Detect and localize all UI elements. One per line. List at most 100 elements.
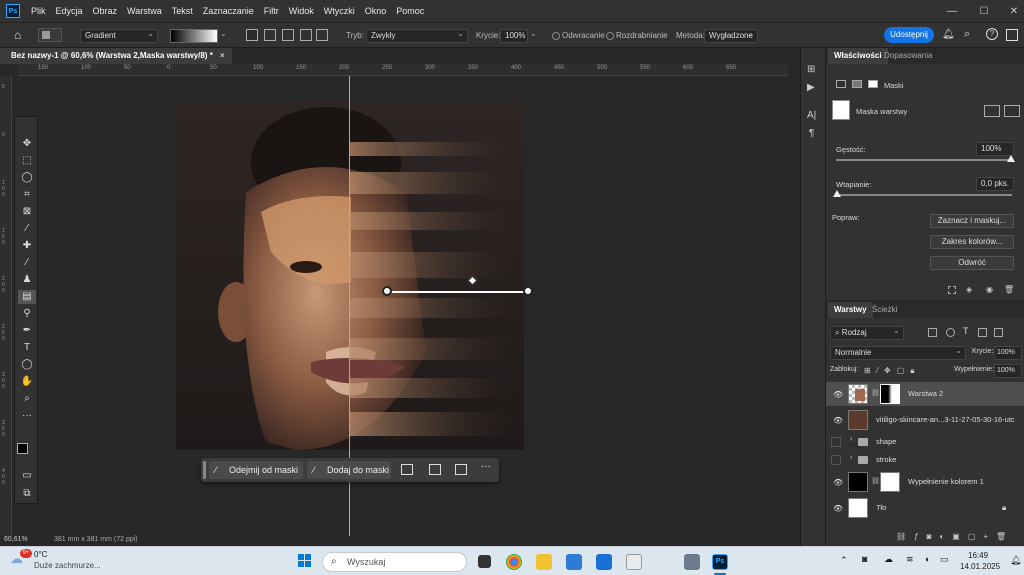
select-and-mask-button[interactable]: Zaznacz i maskuj... <box>930 214 1014 228</box>
screen-mode-icon[interactable]: ⧉ <box>18 487 36 501</box>
linear-gradient-icon[interactable] <box>246 29 258 41</box>
tray-icon-2[interactable]: ☁ <box>884 554 893 565</box>
menu-image[interactable]: Obraz <box>88 6 123 16</box>
crop-tool-icon[interactable]: ⌗ <box>18 188 36 202</box>
gradient-dropdown-icon[interactable]: ⌄ <box>220 29 228 43</box>
dither-checkbox[interactable] <box>606 32 614 40</box>
apply-mask-icon[interactable]: ◈ <box>966 285 972 294</box>
home-icon[interactable]: ⌂ <box>14 28 28 42</box>
layer-name[interactable]: Warstwa 2 <box>908 382 943 406</box>
layer-row[interactable]: › shape <box>826 434 1024 450</box>
healing-brush-icon[interactable]: ✚ <box>18 239 36 253</box>
angle-gradient-icon[interactable] <box>282 29 294 41</box>
gradient-type-select[interactable]: Gradient <box>80 28 158 43</box>
radial-gradient-icon[interactable] <box>264 29 276 41</box>
opacity-dropdown-icon[interactable]: ⌄ <box>530 29 538 38</box>
gradient-start-handle[interactable] <box>382 286 392 296</box>
menu-filter[interactable]: Filtr <box>259 6 284 16</box>
character-icon[interactable]: A| <box>807 110 816 121</box>
reflected-gradient-icon[interactable] <box>300 29 312 41</box>
drag-handle[interactable] <box>203 461 206 479</box>
type-tool-icon[interactable]: T <box>18 341 36 355</box>
layer-name[interactable]: vitiligo-skincare-an...3-11-27-05-30-16-… <box>876 408 1015 432</box>
close-tab-icon[interactable]: × <box>220 48 225 64</box>
blend-mode-dropdown[interactable]: Normalnie <box>830 345 966 360</box>
gradient-end-handle[interactable] <box>523 286 533 296</box>
task-view-icon[interactable] <box>478 555 491 568</box>
dodge-tool-icon[interactable]: ⚲ <box>18 307 36 321</box>
filter-adjustment-icon[interactable] <box>946 328 955 337</box>
layer-name[interactable]: shape <box>876 434 896 450</box>
menu-view[interactable]: Widok <box>284 6 319 16</box>
more-tools-icon[interactable]: ··· <box>18 409 36 423</box>
layer-row[interactable]: › stroke <box>826 452 1024 468</box>
tray-chevron-icon[interactable]: ⌃ <box>840 555 848 566</box>
mask-option-icon-1[interactable] <box>401 464 413 475</box>
battery-icon[interactable]: ▭ <box>940 554 949 565</box>
visibility-toggle-empty[interactable] <box>831 437 841 447</box>
paragraph-icon[interactable]: ¶ <box>809 128 814 139</box>
method-select[interactable]: Wygładzone <box>704 28 758 43</box>
visibility-mask-icon[interactable]: ◉ <box>986 285 993 294</box>
mask-option-icon-3[interactable] <box>455 464 467 475</box>
density-slider[interactable] <box>836 159 1012 161</box>
tray-icon-1[interactable]: ◙ <box>862 554 867 564</box>
windows-start-icon[interactable] <box>298 554 312 568</box>
menu-edit[interactable]: Edycja <box>51 6 88 16</box>
close-window-button[interactable]: ✕ <box>996 0 1024 22</box>
mask-thumbnail-layer[interactable] <box>880 384 900 404</box>
density-input[interactable]: 100% <box>976 142 1014 156</box>
chain-link-icon[interactable]: ⛓︎ <box>871 389 880 397</box>
foreground-color-swatch[interactable] <box>17 443 28 454</box>
calculator-icon[interactable] <box>684 554 700 570</box>
gradient-line[interactable] <box>386 291 528 293</box>
chrome-icon[interactable] <box>506 554 522 570</box>
menu-layer[interactable]: Warstwa <box>122 6 167 16</box>
zoom-level[interactable]: 60,61% <box>4 536 28 543</box>
invert-button[interactable]: Odwróć <box>930 256 1014 270</box>
opacity-input[interactable]: 100% <box>500 29 528 43</box>
color-range-button[interactable]: Zakres kolorów... <box>930 235 1014 249</box>
layer-mask-icon[interactable] <box>868 80 878 88</box>
volume-icon[interactable]: ◖ <box>924 554 929 564</box>
filter-pixel-icon[interactable] <box>928 328 937 337</box>
eye-icon[interactable]: 👁︎ <box>833 416 843 425</box>
menu-select[interactable]: Zaznaczanie <box>198 6 259 16</box>
document-tab[interactable]: Bez nazwy-1 @ 60,6% (Warstwa 2,Maska war… <box>0 48 232 64</box>
outlook-icon[interactable] <box>596 554 612 570</box>
visibility-toggle-empty[interactable] <box>831 455 841 465</box>
filter-smart-object-icon[interactable] <box>994 328 1003 337</box>
density-slider-handle[interactable] <box>1007 155 1015 162</box>
feather-slider-handle[interactable] <box>833 190 841 197</box>
load-selection-icon[interactable] <box>948 286 956 294</box>
blend-mode-select[interactable]: Zwykły <box>366 28 468 43</box>
reverse-checkbox[interactable] <box>552 32 560 40</box>
more-options-icon[interactable]: ··· <box>481 461 491 472</box>
move-tool-icon[interactable]: ✥ <box>18 137 36 151</box>
menu-plugins[interactable]: Wtyczki <box>319 6 360 16</box>
diamond-gradient-icon[interactable] <box>316 29 328 41</box>
quick-mask-icon[interactable]: ▭ <box>18 469 36 483</box>
menu-window[interactable]: Okno <box>360 6 392 16</box>
layer-row[interactable]: 👁︎ vitiligo-skincare-an...3-11-27-05-30-… <box>826 408 1024 432</box>
lock-icons[interactable]: ⊞⁄✥▢🔒︎ <box>864 366 921 376</box>
eyedropper-tool-icon[interactable]: ⁄ <box>18 222 36 236</box>
stamp-tool-icon[interactable]: ♟ <box>18 273 36 287</box>
expand-chevron-icon[interactable]: › <box>850 436 852 443</box>
layer-opacity-input[interactable]: 100% <box>994 346 1022 360</box>
notepad-icon[interactable] <box>626 554 642 570</box>
brush-tool-icon[interactable]: ⁄ <box>18 256 36 270</box>
photoshop-taskbar-icon[interactable]: Ps <box>712 554 728 570</box>
lasso-tool-icon[interactable]: ◯ <box>18 171 36 185</box>
select-pixel-mask-button[interactable] <box>984 105 1000 117</box>
frame-tool-icon[interactable]: ⊠ <box>18 205 36 219</box>
delete-mask-icon[interactable]: 🗑︎ <box>1004 285 1014 294</box>
weather-description[interactable]: Duże zachmurze... <box>34 561 101 570</box>
feather-slider[interactable] <box>836 194 1012 196</box>
minimize-button[interactable]: — <box>934 0 970 22</box>
file-explorer-icon[interactable] <box>536 554 552 570</box>
menu-help[interactable]: Pomoc <box>391 6 429 16</box>
vector-mask-icon[interactable] <box>852 80 862 88</box>
pen-tool-icon[interactable]: ✒ <box>18 324 36 338</box>
filter-type-icon[interactable]: T <box>963 326 969 336</box>
